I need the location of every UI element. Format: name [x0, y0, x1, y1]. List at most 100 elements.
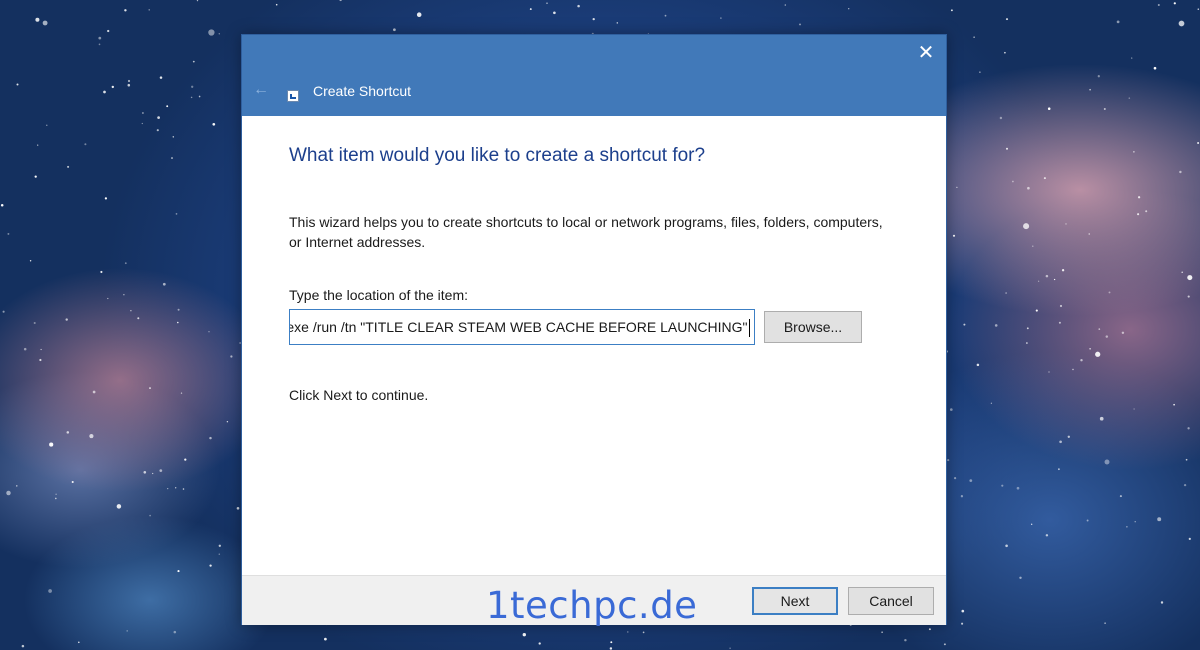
- browse-button[interactable]: Browse...: [764, 311, 862, 343]
- star: [111, 85, 115, 89]
- star: [1005, 18, 1009, 21]
- star: [218, 544, 221, 547]
- star: [990, 402, 993, 404]
- star: [212, 122, 216, 126]
- star: [1197, 142, 1200, 144]
- star: [78, 641, 80, 644]
- star: [1045, 534, 1049, 537]
- star: [994, 324, 998, 327]
- star: [976, 363, 980, 367]
- star: [904, 638, 907, 642]
- cancel-button[interactable]: Cancel: [848, 587, 934, 615]
- next-button[interactable]: Next: [752, 587, 838, 615]
- star: [1080, 358, 1083, 362]
- star: [7, 232, 10, 235]
- star: [950, 9, 953, 12]
- location-input-value: schtasks.exe /run /tn "TITLE CLEAR STEAM…: [290, 319, 748, 335]
- star: [1048, 371, 1050, 373]
- star: [100, 270, 103, 274]
- star: [1183, 483, 1187, 487]
- star: [969, 479, 973, 482]
- star: [16, 83, 19, 86]
- star: [55, 493, 57, 495]
- star: [1188, 537, 1191, 541]
- back-arrow-icon[interactable]: ←: [252, 81, 270, 99]
- star: [961, 622, 964, 625]
- title-bar: ✕ ← Create Shortcut: [242, 35, 946, 116]
- star: [1023, 223, 1030, 230]
- star: [973, 36, 975, 38]
- star: [1097, 75, 1100, 78]
- star: [34, 175, 37, 178]
- star: [1133, 151, 1135, 153]
- star: [127, 79, 131, 83]
- star: [177, 308, 180, 311]
- star: [1058, 321, 1061, 324]
- star: [2, 310, 5, 313]
- star: [592, 17, 595, 21]
- star: [123, 294, 125, 296]
- star: [196, 0, 199, 2]
- star: [1005, 292, 1007, 294]
- star: [1088, 233, 1090, 235]
- star: [1153, 66, 1157, 70]
- star: [943, 643, 946, 646]
- star: [1145, 210, 1148, 213]
- star: [1157, 3, 1160, 7]
- star: [1006, 147, 1008, 150]
- star: [1072, 368, 1074, 371]
- star: [190, 96, 193, 99]
- star: [1001, 484, 1004, 487]
- location-input[interactable]: schtasks.exe /run /tn "TITLE CLEAR STEAM…: [289, 309, 755, 345]
- star: [0, 204, 4, 207]
- star: [1043, 177, 1046, 180]
- star: [143, 471, 147, 474]
- star: [192, 60, 195, 63]
- star: [172, 136, 175, 138]
- star: [609, 647, 613, 650]
- star: [1128, 97, 1131, 99]
- star: [1116, 20, 1120, 24]
- site-watermark: 1techpc.de: [486, 584, 698, 627]
- star: [46, 124, 48, 126]
- create-shortcut-dialog: ✕ ← Create Shortcut What item would you …: [241, 34, 947, 625]
- star: [1126, 525, 1128, 528]
- star: [55, 497, 57, 500]
- star: [1179, 170, 1182, 174]
- star: [167, 487, 169, 490]
- star: [152, 472, 154, 475]
- star: [141, 112, 144, 114]
- star: [1160, 601, 1164, 604]
- close-icon[interactable]: ✕: [914, 41, 938, 65]
- star: [1173, 403, 1175, 406]
- star: [1108, 291, 1111, 294]
- star: [1181, 271, 1183, 273]
- shortcut-icon: [287, 90, 299, 102]
- star: [1065, 223, 1067, 225]
- star: [209, 436, 212, 440]
- star: [177, 321, 179, 324]
- star: [1121, 331, 1125, 335]
- star: [40, 348, 42, 351]
- star: [952, 234, 956, 237]
- star: [6, 490, 11, 496]
- star: [627, 631, 629, 633]
- star: [191, 85, 194, 88]
- star: [953, 476, 957, 480]
- location-label: Type the location of the item:: [289, 287, 468, 303]
- star: [127, 83, 131, 87]
- star: [1103, 107, 1106, 111]
- star: [71, 480, 74, 484]
- star: [529, 8, 532, 11]
- star: [92, 390, 96, 394]
- star: [522, 633, 526, 637]
- star: [1157, 517, 1162, 522]
- star: [65, 318, 68, 321]
- star: [48, 589, 52, 593]
- star: [208, 29, 215, 36]
- star: [67, 165, 70, 168]
- star: [1059, 440, 1062, 444]
- star: [928, 628, 931, 631]
- star: [175, 213, 178, 215]
- star: [1104, 459, 1110, 465]
